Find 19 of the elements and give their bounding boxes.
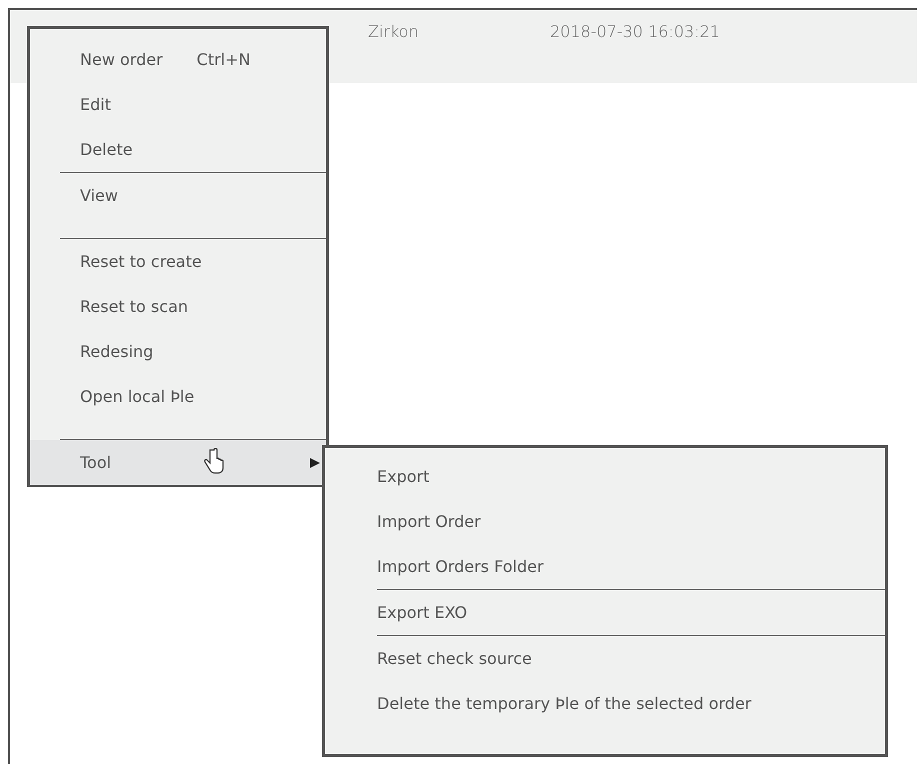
menu-item[interactable]: View <box>30 173 326 218</box>
menu-item[interactable]: Delete the temporary Þle of the selected order <box>325 681 885 726</box>
hand-cursor-icon <box>202 448 226 476</box>
menu-item[interactable]: Reset to create <box>30 239 326 284</box>
menu-item[interactable]: Reset check source <box>325 636 885 681</box>
menu-item[interactable]: New order Ctrl+N <box>30 37 326 82</box>
menu-item[interactable]: Export EXO <box>325 590 885 635</box>
table-cell-text: Zirkon <box>368 22 420 41</box>
menu-item[interactable]: Delete <box>30 127 326 172</box>
table-cell: 2018-07-30 16:03:21 <box>550 22 720 41</box>
shortcut-label: Ctrl+N <box>196 50 250 69</box>
menu-item[interactable]: Reset to scan <box>30 284 326 329</box>
menu-item[interactable]: Export <box>325 454 885 499</box>
menu-item[interactable]: Edit <box>30 82 326 127</box>
menu-item[interactable]: Import Orders Folder <box>325 544 885 589</box>
menu-item[interactable]: Import Order <box>325 499 885 544</box>
menu-item[interactable]: Open local Þle <box>30 374 326 419</box>
menu-item[interactable]: Tool <box>30 440 326 485</box>
menu-item[interactable]: Redesing <box>30 329 326 374</box>
